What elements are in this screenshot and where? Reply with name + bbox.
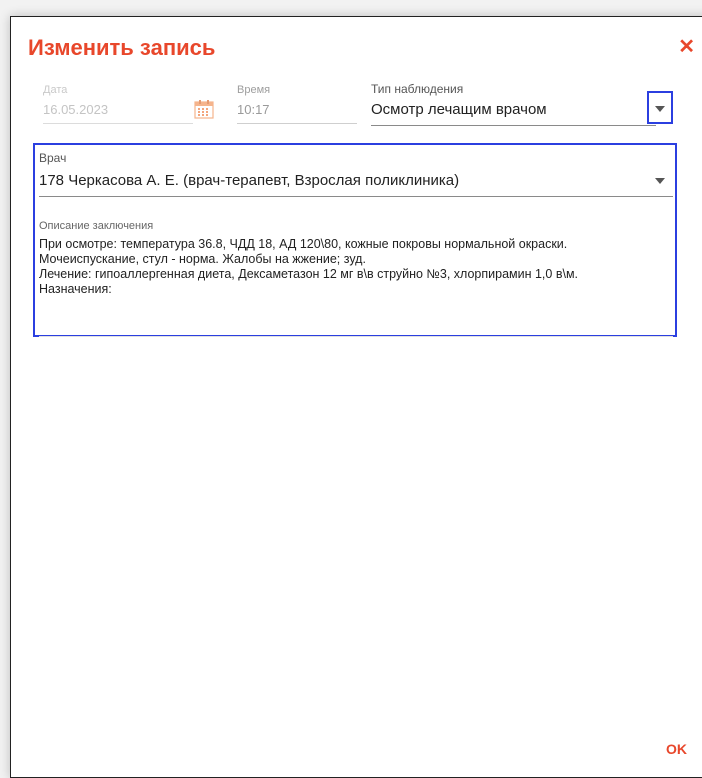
dialog-title: Изменить запись	[28, 35, 216, 60]
date-underline	[43, 123, 193, 124]
conclusion-textarea[interactable]: При осмотре: температура 36.8, ЧДД 18, А…	[39, 237, 671, 297]
close-button[interactable]: ✕	[678, 37, 695, 57]
chevron-down-icon	[655, 106, 665, 112]
doctor-select[interactable]: 178 Черкасова А. Е. (врач-терапевт, Взро…	[39, 172, 459, 189]
observation-type-select[interactable]: Осмотр лечащим врачом	[371, 101, 547, 118]
date-label: Дата	[43, 84, 68, 96]
chevron-down-icon[interactable]	[655, 178, 665, 184]
conclusion-underline	[39, 336, 673, 337]
ok-button[interactable]: OK	[666, 741, 687, 757]
time-underline	[237, 123, 357, 124]
time-field[interactable]: 10:17	[237, 102, 270, 117]
doctor-label: Врач	[39, 151, 67, 165]
time-label: Время	[237, 84, 271, 96]
observation-type-dropdown-button[interactable]	[647, 91, 673, 124]
edit-record-dialog: Изменить запись ✕ Дата 16.05.2023 Время …	[10, 16, 702, 778]
calendar-icon[interactable]	[194, 99, 214, 119]
observation-type-underline	[371, 125, 656, 126]
conclusion-label: Описание заключения	[39, 220, 154, 232]
observation-type-label: Тип наблюдения	[371, 82, 464, 96]
doctor-underline	[39, 196, 673, 197]
date-field[interactable]: 16.05.2023	[43, 102, 108, 117]
